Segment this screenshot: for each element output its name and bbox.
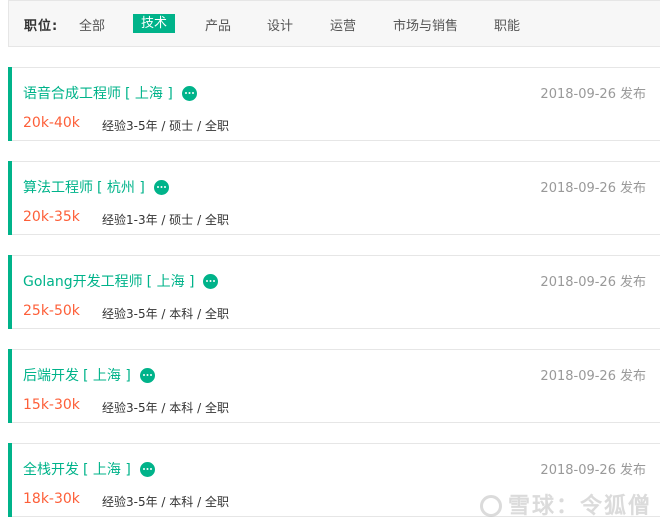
job-title-link[interactable]: 算法工程师 [ 杭州 ] xyxy=(23,177,169,197)
chat-bubble-icon[interactable] xyxy=(203,273,219,289)
job-city: [ 杭州 ] xyxy=(97,180,145,196)
job-title: 算法工程师 xyxy=(23,180,93,196)
job-card[interactable]: 后端开发 [ 上海 ] 15k-30k 经验3-5年 / 本科 / 全职 201… xyxy=(8,349,660,423)
job-card[interactable]: 算法工程师 [ 杭州 ] 20k-35k 经验1-3年 / 硕士 / 全职 20… xyxy=(8,161,660,235)
post-date-value: 2018-09-26 xyxy=(540,369,616,384)
job-requirements: 经验3-5年 / 本科 / 全职 xyxy=(102,495,229,509)
job-city: [ 上海 ] xyxy=(83,368,131,384)
job-requirements: 经验3-5年 / 本科 / 全职 xyxy=(102,307,229,321)
filter-item-marketing-sales[interactable]: 市场与销售 xyxy=(393,15,458,34)
filter-item-functions[interactable]: 职能 xyxy=(494,15,520,34)
post-date-value: 2018-09-26 xyxy=(540,463,616,478)
job-title: 全栈开发 xyxy=(23,462,79,478)
job-salary: 18k-30k xyxy=(23,491,80,507)
job-salary: 15k-30k xyxy=(23,397,80,413)
job-title-link[interactable]: 语音合成工程师 [ 上海 ] xyxy=(23,83,197,103)
filter-item-all[interactable]: 全部 xyxy=(79,15,105,34)
job-salary: 25k-50k xyxy=(23,303,80,319)
watermark-text: 雪球：令狐僧 xyxy=(507,494,652,519)
job-requirements: 经验3-5年 / 本科 / 全职 xyxy=(102,401,229,415)
job-post-date: 2018-09-26 发布 xyxy=(540,365,646,384)
category-filter-bar: 职位: 全部 技术 产品 设计 运营 市场与销售 职能 xyxy=(8,0,660,47)
chat-bubble-icon[interactable] xyxy=(139,367,155,383)
post-date-suffix: 发布 xyxy=(619,463,646,478)
job-city: [ 上海 ] xyxy=(146,274,195,290)
post-date-suffix: 发布 xyxy=(619,369,646,384)
snowball-logo-icon xyxy=(479,495,502,517)
job-title: 后端开发 xyxy=(23,368,79,384)
job-post-date: 2018-09-26 发布 xyxy=(540,459,646,478)
job-post-date: 2018-09-26 发布 xyxy=(540,177,646,196)
post-date-suffix: 发布 xyxy=(619,87,646,102)
chat-bubble-icon[interactable] xyxy=(181,85,197,101)
job-requirements: 经验1-3年 / 硕士 / 全职 xyxy=(102,213,229,227)
job-list-page: 职位: 全部 技术 产品 设计 运营 市场与销售 职能 语音合成工程师 [ 上海… xyxy=(0,0,660,524)
job-title-link[interactable]: 全栈开发 [ 上海 ] xyxy=(23,459,155,479)
card-accent-bar xyxy=(8,349,12,423)
filter-item-tech[interactable]: 技术 xyxy=(133,14,176,33)
filter-label: 职位: xyxy=(24,19,59,34)
job-title: 语音合成工程师 xyxy=(23,86,121,102)
chat-bubble-icon[interactable] xyxy=(139,461,155,477)
post-date-value: 2018-09-26 xyxy=(540,87,616,102)
job-card[interactable]: 语音合成工程师 [ 上海 ] 20k-40k 经验3-5年 / 硕士 / 全职 … xyxy=(8,67,660,141)
filter-item-product[interactable]: 产品 xyxy=(205,15,231,34)
post-date-suffix: 发布 xyxy=(619,275,646,290)
job-city: [ 上海 ] xyxy=(83,462,131,478)
job-post-date: 2018-09-26 发布 xyxy=(540,83,646,102)
job-title-link[interactable]: Golang开发工程师 [ 上海 ] xyxy=(23,271,219,291)
job-title: Golang开发工程师 xyxy=(23,274,143,290)
filter-item-operations[interactable]: 运营 xyxy=(330,15,356,34)
job-requirements: 经验3-5年 / 硕士 / 全职 xyxy=(102,119,229,133)
post-date-value: 2018-09-26 xyxy=(540,181,616,196)
card-accent-bar xyxy=(8,255,12,329)
job-salary: 20k-35k xyxy=(23,209,80,225)
job-card[interactable]: Golang开发工程师 [ 上海 ] 25k-50k 经验3-5年 / 本科 /… xyxy=(8,255,660,329)
job-salary: 20k-40k xyxy=(23,115,80,131)
post-date-suffix: 发布 xyxy=(619,181,646,196)
card-accent-bar xyxy=(8,67,12,141)
job-city: [ 上海 ] xyxy=(125,86,173,102)
chat-bubble-icon[interactable] xyxy=(153,179,169,195)
job-title-link[interactable]: 后端开发 [ 上海 ] xyxy=(23,365,155,385)
job-post-date: 2018-09-26 发布 xyxy=(540,271,646,290)
card-accent-bar xyxy=(8,443,12,517)
filter-item-design[interactable]: 设计 xyxy=(267,15,293,34)
post-date-value: 2018-09-26 xyxy=(540,275,616,290)
watermark: 雪球：令狐僧 xyxy=(479,488,652,520)
card-accent-bar xyxy=(8,161,12,235)
